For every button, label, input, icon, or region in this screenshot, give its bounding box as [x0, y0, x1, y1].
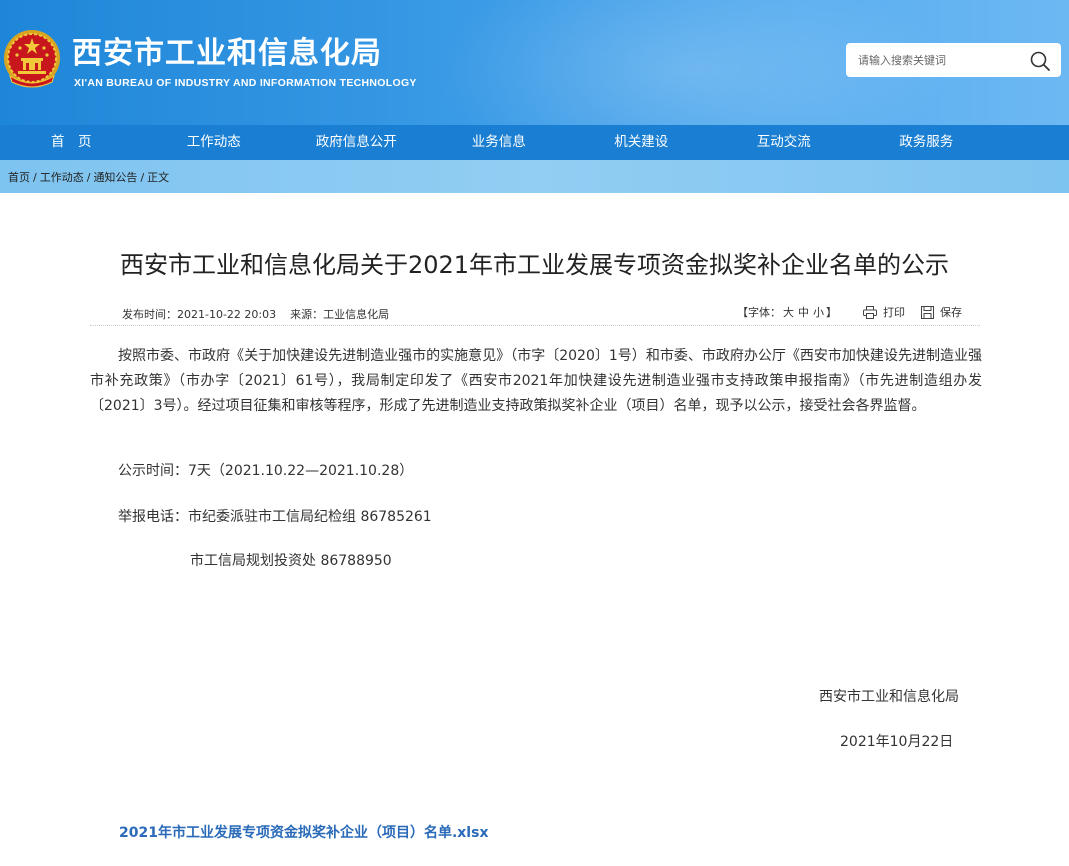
font-label-open: 【字体：: [737, 306, 781, 319]
article-paragraph: 按照市委、市政府《关于加快建设先进制造业强市的实施意见》（市字〔2020〕1号）…: [90, 348, 982, 414]
breadcrumb-notices[interactable]: 通知公告: [93, 171, 137, 184]
report-phone-1: 举报电话：市纪委派驻市工信局纪检组 86785261: [118, 509, 432, 525]
main-nav: 首 页 工作动态 政府信息公开 业务信息 机关建设 互动交流 政务服务: [0, 125, 1069, 160]
notice-period: 公示时间：7天（2021.10.22—2021.10.28）: [118, 463, 414, 479]
nav-item-work-news[interactable]: 工作动态: [143, 125, 286, 160]
nav-item-gov-services[interactable]: 政务服务: [855, 125, 998, 160]
breadcrumb-home[interactable]: 首页: [8, 171, 30, 184]
site-header: 西安市工业和信息化局 XI'AN BUREAU OF INDUSTRY AND …: [0, 0, 1069, 125]
site-subtitle: XI'AN BUREAU OF INDUSTRY AND INFORMATION…: [74, 77, 417, 89]
breadcrumb-work-news[interactable]: 工作动态: [40, 171, 84, 184]
breadcrumb-bar: 首页 / 工作动态 / 通知公告 / 正文: [0, 160, 1069, 193]
site-title[interactable]: 西安市工业和信息化局: [72, 36, 382, 72]
search-input[interactable]: [858, 50, 1023, 70]
font-medium-button[interactable]: 中: [798, 306, 809, 319]
article-title: 西安市工业和信息化局关于2021年市工业发展专项资金拟奖补企业名单的公示: [119, 251, 950, 279]
breadcrumb-separator: /: [86, 171, 91, 184]
nav-item-party-building[interactable]: 机关建设: [570, 125, 713, 160]
meta-info: 发布时间：2021-10-22 20:03 来源：工业信息化局: [122, 306, 403, 322]
publish-time: 发布时间：2021-10-22 20:03: [122, 308, 277, 321]
print-label: 打印: [883, 306, 905, 319]
font-small-button[interactable]: 小: [813, 306, 824, 319]
print-button[interactable]: 打印: [863, 304, 905, 320]
article-tools: 【字体：大中小】 打印 保存: [737, 304, 962, 320]
breadcrumb-current: 正文: [147, 171, 170, 184]
nav-item-gov-info[interactable]: 政府信息公开: [285, 125, 428, 160]
breadcrumb: 首页 / 工作动态 / 通知公告 / 正文: [8, 169, 169, 185]
font-size-control: 【字体：大中小】: [737, 304, 837, 320]
national-emblem-icon[interactable]: [2, 28, 62, 90]
article-body: 按照市委、市政府《关于加快建设先进制造业强市的实施意见》（市字〔2020〕1号）…: [90, 344, 982, 569]
breadcrumb-separator: /: [33, 171, 37, 184]
article-meta: 发布时间：2021-10-22 20:03 来源：工业信息化局 【字体：大中小】 …: [90, 302, 980, 326]
report-phone-2: 市工信局规划投资处 86788950: [190, 553, 392, 569]
nav-item-interaction[interactable]: 互动交流: [713, 125, 856, 160]
search-box: [846, 43, 1061, 77]
breadcrumb-separator: /: [140, 171, 145, 184]
search-icon[interactable]: [1029, 50, 1051, 72]
nav-item-business-info[interactable]: 业务信息: [428, 125, 571, 160]
attachment-link[interactable]: 2021年市工业发展专项资金拟奖补企业（项目）名单.xlsx: [119, 822, 488, 842]
article-source: 来源：工业信息化局: [290, 308, 390, 321]
print-icon: [863, 305, 877, 319]
font-large-button[interactable]: 大: [783, 306, 794, 319]
save-button[interactable]: 保存: [921, 304, 962, 320]
font-label-close: 】: [826, 306, 837, 319]
signoff-organization: 西安市工业和信息化局: [819, 689, 959, 705]
save-icon: [921, 305, 934, 319]
nav-item-home[interactable]: 首 页: [0, 125, 143, 160]
save-label: 保存: [940, 306, 962, 319]
signoff-date: 2021年10月22日: [840, 734, 954, 750]
